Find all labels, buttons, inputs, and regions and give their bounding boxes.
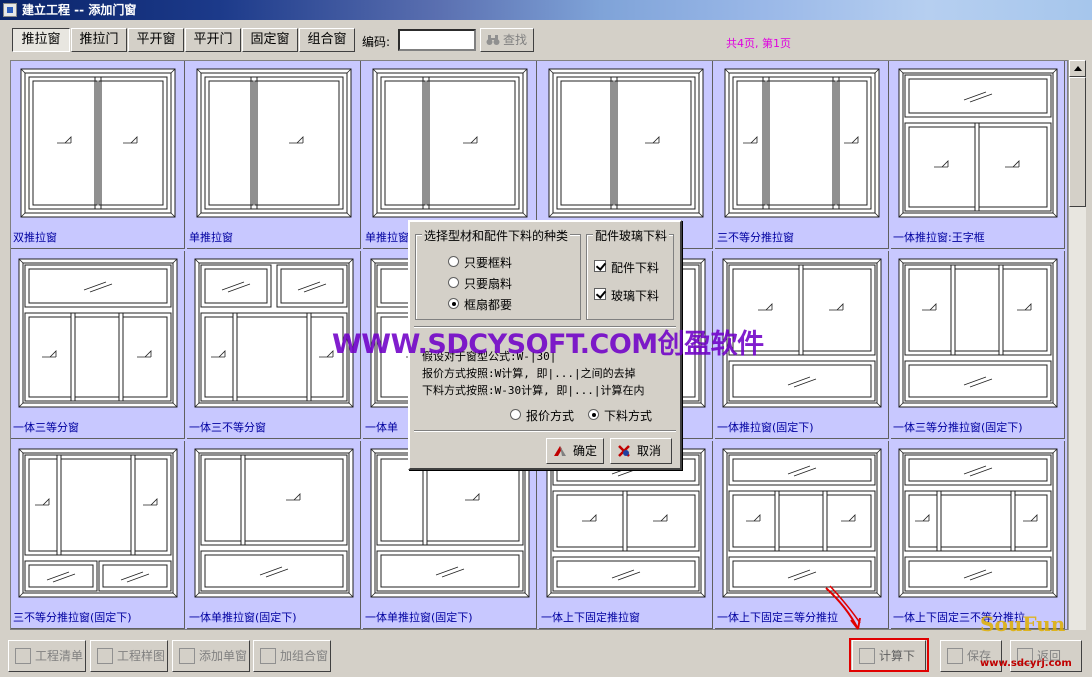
red-arrow-icon (825, 585, 861, 630)
formula-line-3: 下料方式按照:W-30计算, 即|...|计算在内 (422, 384, 645, 397)
window-type-tile[interactable]: 三不等分推拉窗(固定下) (11, 441, 185, 629)
window-type-caption: 三不等分推拉窗 (717, 231, 794, 244)
frame-and-sash-label: 框扇都要 (464, 298, 513, 312)
project-list-button[interactable]: 工程清单 (8, 640, 86, 672)
window-type-tile[interactable]: 三不等分推拉窗 (715, 61, 889, 249)
add-combo-label: 加组合窗 (280, 649, 329, 663)
title-bar: 建立工程 -- 添加门窗 (0, 0, 1092, 20)
ok-icon (554, 446, 566, 456)
ok-button[interactable]: 确定 (546, 438, 604, 464)
cutting-mode-label: 下料方式 (604, 409, 653, 423)
cancel-icon (618, 445, 630, 457)
window-type-tile[interactable]: 一体单推拉窗(固定下) (187, 441, 361, 629)
frame-only-radio[interactable] (448, 256, 459, 267)
project-drawing-button[interactable]: 工程样图 (90, 640, 168, 672)
combo-window-icon (260, 648, 276, 664)
binoculars-icon (486, 35, 500, 45)
tab-sliding-door[interactable]: 推拉门 (71, 28, 127, 52)
cutting-mode-radio[interactable] (588, 409, 599, 420)
window-type-caption: 双推拉窗 (13, 231, 57, 244)
frame-only-label: 只要框料 (464, 256, 513, 270)
scroll-thumb[interactable] (1069, 77, 1086, 207)
window-type-tile[interactable]: 一体上下固定三不等分推拉 (891, 441, 1065, 629)
site-watermark: www.sdcyrj.com (980, 658, 1072, 669)
soufun-text: SouFun (980, 612, 1066, 636)
tab-combo-window[interactable]: 组合窗 (299, 28, 355, 52)
window-diagram (898, 448, 1058, 598)
parts-cutting-label: 配件下料 (611, 261, 660, 275)
list-icon (15, 648, 31, 664)
tab-fixed-window[interactable]: 固定窗 (242, 28, 298, 52)
divider (414, 430, 676, 432)
window-type-caption: 一体推拉窗(固定下) (717, 421, 814, 434)
window-diagram (196, 68, 352, 218)
sash-only-radio[interactable] (448, 277, 459, 288)
window-type-caption: 一体三不等分窗 (189, 421, 266, 434)
window-diagram (194, 448, 354, 598)
quote-mode-label: 报价方式 (526, 409, 575, 423)
window-type-caption: 一体三等分窗 (13, 421, 79, 434)
window-type-tile[interactable]: 一体三等分推拉窗(固定下) (891, 251, 1065, 439)
page-info: 共4页, 第1页 (726, 37, 791, 50)
material-group-title: 选择型材和配件下料的种类 (422, 227, 571, 244)
window-diagram (20, 68, 176, 218)
window-type-caption: 一体单推拉窗(固定下) (189, 611, 297, 624)
vertical-scrollbar[interactable] (1068, 60, 1086, 630)
window-type-tile[interactable]: 一体三等分窗 (11, 251, 185, 439)
cancel-label: 取消 (637, 444, 662, 458)
window-diagram (898, 258, 1058, 408)
add-combo-button[interactable]: 加组合窗 (253, 640, 331, 672)
window-diagram (372, 68, 528, 218)
quote-mode-radio[interactable] (510, 409, 521, 420)
window-type-caption: 一体推拉窗:王字框 (893, 231, 985, 244)
save-icon (947, 648, 963, 664)
tab-casement-window[interactable]: 平开窗 (128, 28, 184, 52)
glass-group-title: 配件玻璃下料 (593, 227, 670, 244)
window-type-tile[interactable]: 单推拉窗 (187, 61, 361, 249)
window-type-tile[interactable]: 一体推拉窗:王字框 (891, 61, 1065, 249)
window-diagram (724, 68, 880, 218)
window-type-tile[interactable]: 双推拉窗 (11, 61, 185, 249)
parts-cutting-checkbox[interactable] (594, 260, 606, 272)
add-window-button[interactable]: 添加单窗 (172, 640, 250, 672)
window-diagram (898, 68, 1058, 218)
app-icon (3, 3, 17, 17)
tab-casement-door[interactable]: 平开门 (185, 28, 241, 52)
sash-only-label: 只要扇料 (464, 277, 513, 291)
window-type-caption: 单推拉窗 (189, 231, 233, 244)
project-drawing-label: 工程样图 (117, 649, 166, 663)
window-title: 建立工程 -- 添加门窗 (22, 3, 137, 17)
window-diagram (722, 448, 882, 598)
window-type-caption: 三不等分推拉窗(固定下) (13, 611, 132, 624)
window-type-caption: 一体上下固定推拉窗 (541, 611, 640, 624)
search-button[interactable]: 查找 (480, 28, 534, 52)
code-label: 编码: (362, 35, 391, 49)
scroll-up-icon[interactable] (1069, 60, 1086, 77)
toolbar: 推拉窗 推拉门 平开窗 平开门 固定窗 组合窗 编码: 查找 共4页, 第1页 (0, 20, 1092, 58)
formula-line-2: 报价方式按照:W计算, 即|...|之间的去掉 (422, 367, 636, 380)
window-type-caption: 一体单推拉窗(固定下) (365, 611, 473, 624)
window-diagram (548, 68, 704, 218)
search-label: 查找 (503, 33, 528, 47)
project-list-label: 工程清单 (35, 649, 84, 663)
watermark-text: WWW.SDCYSOFT.COM创盈软件 (332, 329, 764, 360)
code-input[interactable] (398, 29, 476, 51)
ok-label: 确定 (573, 444, 598, 458)
highlight-box (849, 638, 929, 672)
add-window-label: 添加单窗 (199, 649, 248, 663)
window-diagram (18, 448, 178, 598)
window-type-caption: 一体三等分推拉窗(固定下) (893, 421, 1023, 434)
window-diagram (18, 258, 178, 408)
glass-group: 配件玻璃下料 (586, 227, 674, 320)
image-icon (97, 648, 113, 664)
window-add-icon (179, 648, 195, 664)
glass-cutting-label: 玻璃下料 (611, 289, 660, 303)
glass-cutting-checkbox[interactable] (594, 288, 606, 300)
cancel-button[interactable]: 取消 (610, 438, 672, 464)
tab-sliding-window[interactable]: 推拉窗 (12, 28, 70, 52)
frame-and-sash-radio[interactable] (448, 298, 459, 309)
